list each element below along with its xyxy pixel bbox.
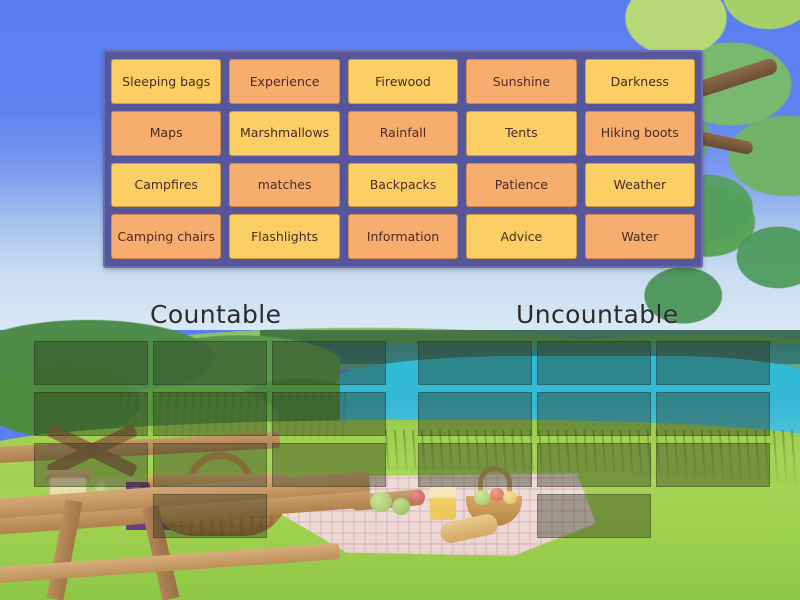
word-tile[interactable]: Sleeping bags: [111, 59, 222, 104]
word-tile[interactable]: Backpacks: [347, 162, 459, 208]
word-tile[interactable]: Marshmallows: [229, 110, 340, 156]
word-tile[interactable]: Advice: [466, 214, 577, 259]
drop-zone-cell[interactable]: [153, 341, 267, 385]
word-tile-panel: Sleeping bags Experience Firewood Sunshine D…: [103, 50, 703, 268]
word-tile[interactable]: Experience: [229, 59, 340, 104]
word-tile[interactable]: Firewood: [347, 59, 459, 104]
drop-zone-cell[interactable]: [656, 392, 770, 436]
activity-stage: Countable Uncountable Sleeping bags Exper…: [0, 0, 800, 600]
drop-zone-cell[interactable]: [272, 443, 386, 487]
drop-zone-cell[interactable]: [656, 443, 770, 487]
drop-zone-cell[interactable]: [418, 443, 532, 487]
drop-zone-cell[interactable]: [418, 392, 532, 436]
word-tile[interactable]: Weather: [584, 162, 695, 208]
word-tile[interactable]: Patience: [466, 162, 577, 208]
drop-zone-cell[interactable]: [537, 443, 651, 487]
word-tile[interactable]: Flashlights: [229, 214, 340, 259]
drop-zone-cell[interactable]: [537, 392, 651, 436]
drop-zone-cell[interactable]: [34, 443, 148, 487]
drop-zone-cell[interactable]: [537, 494, 651, 538]
word-tile[interactable]: Rainfall: [347, 110, 459, 156]
word-tile[interactable]: Camping chairs: [111, 214, 222, 259]
word-tile[interactable]: Campfires: [111, 162, 222, 208]
word-tile[interactable]: Tents: [466, 110, 577, 156]
drop-zone-cell[interactable]: [418, 341, 532, 385]
drop-zone-cell[interactable]: [272, 341, 386, 385]
word-tile[interactable]: Maps: [111, 110, 222, 156]
drop-zone-cell[interactable]: [153, 392, 267, 436]
category-heading-countable: Countable: [150, 300, 282, 329]
drop-zone-cell[interactable]: [34, 392, 148, 436]
word-tile[interactable]: Hiking boots: [584, 110, 695, 156]
drop-zone-cell[interactable]: [656, 341, 770, 385]
word-tile[interactable]: Water: [584, 214, 695, 259]
drop-zone-cell[interactable]: [537, 341, 651, 385]
word-tile[interactable]: Darkness: [584, 59, 695, 104]
drop-zone-cell[interactable]: [34, 341, 148, 385]
drop-zone-cell[interactable]: [153, 494, 267, 538]
drop-zone-cell[interactable]: [153, 443, 267, 487]
word-tile[interactable]: Sunshine: [466, 59, 577, 104]
drop-zone-cell[interactable]: [272, 392, 386, 436]
word-tile[interactable]: matches: [229, 162, 340, 208]
category-heading-uncountable: Uncountable: [516, 300, 679, 329]
word-tile[interactable]: Information: [347, 214, 459, 259]
